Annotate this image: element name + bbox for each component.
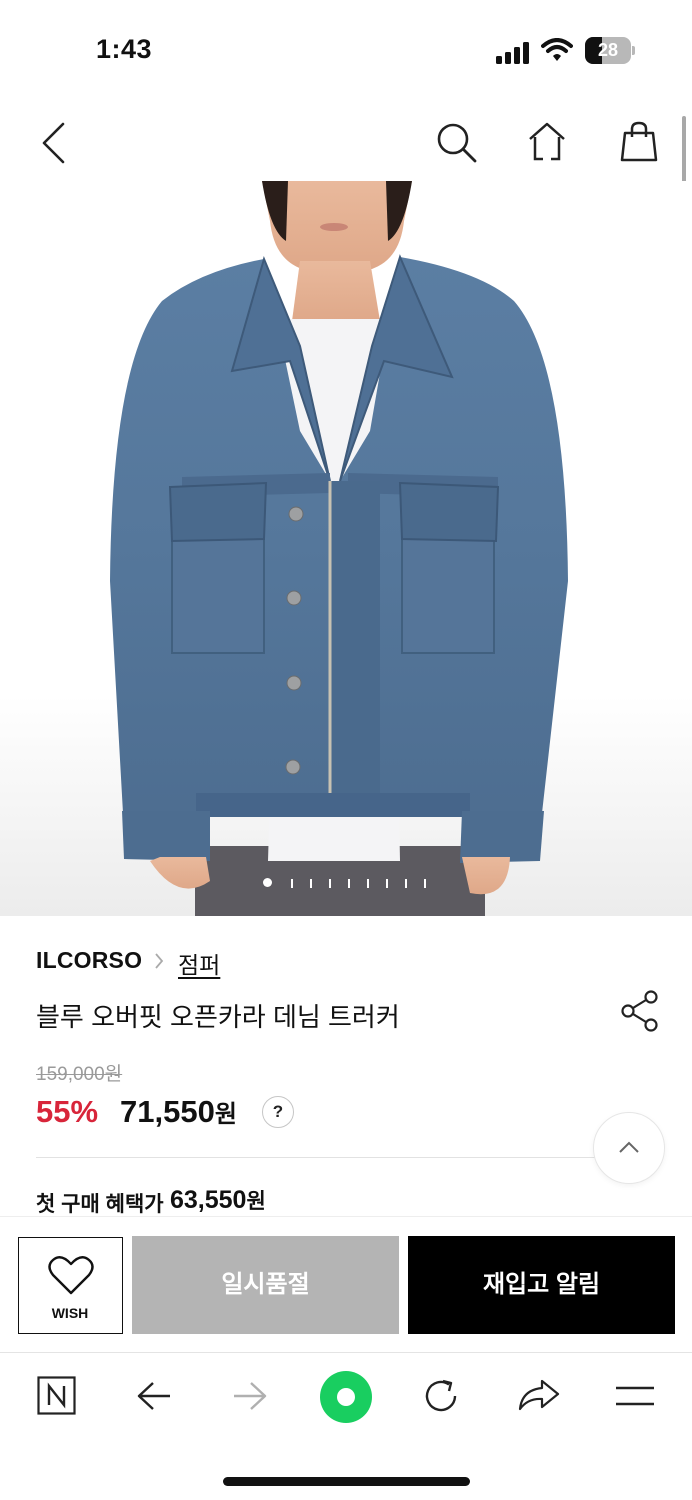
cellular-signal-icon (496, 42, 529, 64)
gallery-indicator[interactable] (0, 876, 692, 890)
brand-link[interactable]: ILCORSO (36, 947, 142, 974)
price-help-button[interactable]: ? (262, 1096, 294, 1128)
category-link[interactable]: 점퍼 (178, 946, 220, 980)
menu-icon[interactable] (615, 1385, 655, 1407)
chevron-left-icon[interactable] (40, 122, 66, 164)
home-icon[interactable] (527, 121, 567, 163)
discount-rate: 55% (36, 1094, 99, 1129)
product-title: 블루 오버핏 오픈카라 데님 트러커 (36, 1002, 400, 1032)
share-arrow-icon[interactable] (518, 1378, 560, 1412)
first-purchase-currency: 원 (246, 1190, 266, 1213)
chevron-right-icon (155, 953, 164, 969)
sale-price: 71,550원 (120, 1094, 237, 1130)
search-icon[interactable] (435, 121, 479, 165)
gallery-dot[interactable] (329, 879, 331, 888)
original-price: 159,000원 (36, 1064, 123, 1085)
product-image[interactable] (0, 181, 692, 916)
scroll-to-top-button[interactable] (593, 1112, 665, 1184)
chevron-up-icon (619, 1141, 639, 1153)
gallery-dot[interactable] (424, 879, 426, 888)
home-indicator[interactable] (223, 1477, 470, 1486)
restock-alert-button[interactable]: 재입고 알림 (408, 1236, 675, 1334)
gallery-dot[interactable] (386, 879, 388, 888)
soldout-button[interactable]: 일시품절 (132, 1236, 399, 1334)
gallery-dot-active[interactable] (263, 878, 272, 887)
status-time: 1:43 (96, 34, 153, 64)
sale-price-currency: 원 (214, 1101, 237, 1128)
share-icon[interactable] (620, 990, 660, 1032)
first-purchase-price-value: 63,550 (170, 1186, 247, 1214)
sale-price-value: 71,550 (120, 1094, 215, 1129)
naver-n-icon[interactable] (37, 1376, 76, 1415)
gallery-dot[interactable] (291, 879, 293, 888)
divider (36, 1157, 656, 1158)
battery-level: 28 (597, 40, 619, 60)
heart-icon (48, 1256, 94, 1295)
first-purchase-label: 첫 구매 혜택가 (36, 1193, 164, 1216)
gallery-dot[interactable] (310, 879, 312, 888)
wifi-icon (541, 38, 573, 61)
status-bar: 1:43 28 (0, 0, 692, 100)
battery-icon: 28 (585, 37, 631, 64)
shopping-bag-icon[interactable] (620, 121, 658, 163)
forward-arrow-icon[interactable] (232, 1380, 268, 1412)
wish-label: WISH (51, 1305, 89, 1321)
first-purchase-price: 63,550원 (170, 1185, 266, 1215)
gallery-dot[interactable] (348, 879, 350, 888)
back-arrow-icon[interactable] (136, 1380, 172, 1412)
gallery-dot[interactable] (367, 879, 369, 888)
refresh-icon[interactable] (423, 1377, 461, 1415)
gallery-dot[interactable] (405, 879, 407, 888)
green-circle-icon[interactable] (319, 1370, 373, 1424)
wish-button[interactable]: WISH (18, 1237, 123, 1334)
